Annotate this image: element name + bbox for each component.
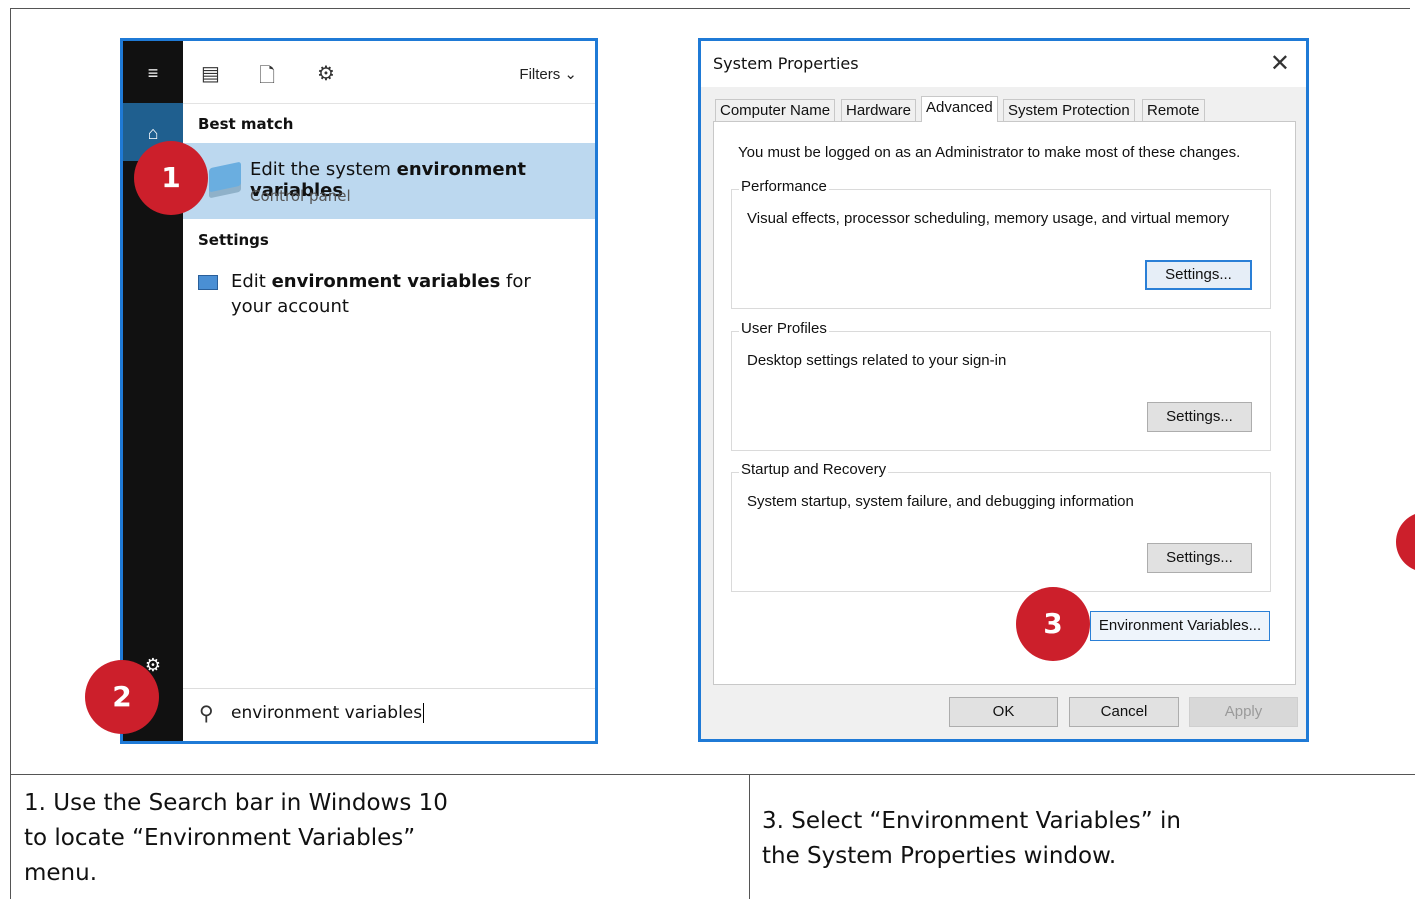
- performance-settings-button[interactable]: Settings...: [1145, 260, 1252, 290]
- filters-dropdown[interactable]: Filters ⌄: [519, 65, 577, 83]
- search-bar[interactable]: ⚲ environment variables: [183, 688, 595, 741]
- best-match-heading: Best match: [198, 115, 294, 133]
- hamburger-icon[interactable]: ≡: [123, 63, 183, 84]
- start-menu: ≡ ⌂ ⚙ ▤ 🗋 ⚙ Filters ⌄ Best match Edit th…: [120, 38, 598, 744]
- best-match-subtitle: Control panel: [250, 187, 351, 205]
- startup-recovery-group: Startup and Recovery System startup, sys…: [731, 461, 1271, 592]
- startup-recovery-settings-button[interactable]: Settings...: [1147, 543, 1252, 573]
- environment-variables-button[interactable]: Environment Variables...: [1090, 611, 1270, 641]
- system-properties-dialog: System Properties ✕ Computer Name Hardwa…: [698, 38, 1309, 742]
- step-badge-3: 3: [1016, 587, 1090, 661]
- filters-label: Filters: [519, 66, 561, 83]
- start-toolbar: ▤ 🗋 ⚙ Filters ⌄: [183, 41, 595, 104]
- step-badge-1: 1: [134, 141, 208, 215]
- user-profiles-group: User Profiles Desktop settings related t…: [731, 320, 1271, 451]
- user-profiles-label: User Profiles: [739, 320, 829, 337]
- cancel-button[interactable]: Cancel: [1069, 697, 1179, 727]
- tab-hardware[interactable]: Hardware: [841, 99, 917, 121]
- monitor-icon: [198, 275, 218, 290]
- tab-computer-name[interactable]: Computer Name: [715, 99, 836, 121]
- tab-system-protection[interactable]: System Protection: [1003, 99, 1135, 121]
- document-icon[interactable]: 🗋: [259, 61, 275, 95]
- close-icon[interactable]: ✕: [1270, 49, 1290, 78]
- control-panel-icon: [209, 161, 241, 193]
- performance-label: Performance: [739, 178, 829, 195]
- startup-recovery-desc: System startup, system failure, and debu…: [747, 493, 1134, 510]
- chevron-down-icon: ⌄: [564, 66, 577, 83]
- settings-result-label: Edit environment variables for your acco…: [231, 271, 531, 317]
- ok-button[interactable]: OK: [949, 697, 1058, 727]
- admin-note: You must be logged on as an Administrato…: [738, 144, 1241, 161]
- user-profiles-desc: Desktop settings related to your sign-in: [747, 352, 1007, 369]
- search-input[interactable]: environment variables: [231, 703, 425, 723]
- apps-icon[interactable]: ▤: [201, 61, 220, 86]
- performance-group: Performance Visual effects, processor sc…: [731, 178, 1271, 309]
- startup-recovery-label: Startup and Recovery: [739, 461, 889, 478]
- settings-icon[interactable]: ⚙: [317, 61, 335, 86]
- advanced-panel: You must be logged on as an Administrato…: [713, 121, 1296, 685]
- settings-heading: Settings: [198, 231, 269, 249]
- apply-button[interactable]: Apply: [1189, 697, 1298, 727]
- caption-step-3: 3. Select “Environment Variables” in the…: [762, 808, 1181, 869]
- tab-remote[interactable]: Remote: [1142, 99, 1205, 121]
- step-badge-2: 2: [85, 660, 159, 734]
- dialog-titlebar: System Properties ✕: [701, 41, 1306, 87]
- performance-desc: Visual effects, processor scheduling, me…: [747, 210, 1230, 227]
- caption-step-1: 1. Use the Search bar in Windows 10 to l…: [24, 790, 448, 886]
- user-profiles-settings-button[interactable]: Settings...: [1147, 402, 1252, 432]
- best-match-result[interactable]: Edit the system environment variables Co…: [183, 143, 595, 219]
- search-icon: ⚲: [199, 703, 214, 725]
- caption-divider: [10, 774, 1415, 775]
- caption-column-divider: [749, 774, 750, 899]
- tab-advanced[interactable]: Advanced: [921, 96, 998, 122]
- dialog-title: System Properties: [713, 54, 859, 73]
